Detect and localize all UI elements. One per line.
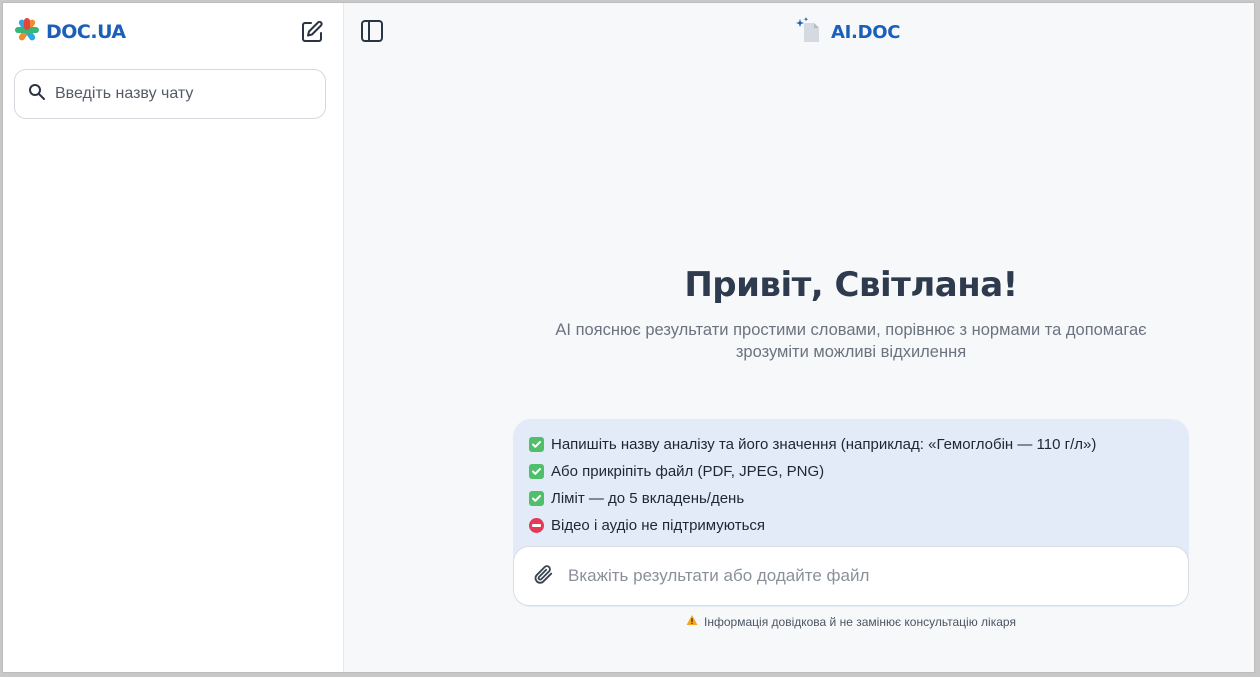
message-composer[interactable] bbox=[513, 546, 1189, 606]
info-item-text: Або прикріпіть файл (PDF, JPEG, PNG) bbox=[551, 463, 825, 480]
info-item: Відео і аудіо не підтримуються bbox=[529, 512, 1189, 539]
subtitle-line-1: AI пояснює результати простими словами, … bbox=[555, 321, 1147, 339]
info-item-text: Відео і аудіо не підтримуються bbox=[551, 517, 766, 534]
sidebar-toggle-button[interactable] bbox=[358, 19, 386, 47]
logo-mark-icon bbox=[14, 17, 40, 48]
info-item-text: Напишіть назву аналізу та його значення … bbox=[551, 436, 1097, 453]
chat-search-input[interactable] bbox=[55, 85, 305, 103]
info-card: Напишіть назву аналізу та його значення … bbox=[513, 419, 1189, 607]
info-item-text: Ліміт — до 5 вкладень/день bbox=[551, 490, 745, 507]
check-icon bbox=[529, 464, 544, 479]
doc-ua-logo[interactable]: DOC.UA bbox=[14, 17, 126, 48]
chat-search[interactable] bbox=[14, 69, 326, 119]
app-window: DOC.UA Введіть назву чату AI.DOC Привіт,… bbox=[2, 2, 1255, 673]
info-list: Напишіть назву аналізу та його значення … bbox=[513, 419, 1189, 539]
logo-text: DOC.UA bbox=[46, 21, 126, 43]
new-chat-button[interactable] bbox=[297, 19, 327, 49]
subtitle: AI пояснює результати простими словами, … bbox=[513, 319, 1189, 363]
ai-doc-brand: AI.DOC bbox=[795, 16, 901, 49]
greeting-heading: Привіт, Світлана! bbox=[684, 265, 1018, 305]
sidebar: DOC.UA bbox=[3, 3, 344, 672]
sidebar-toggle-icon bbox=[360, 19, 384, 48]
disclaimer: Інформація довідкова й не замінює консул… bbox=[513, 614, 1189, 629]
check-icon bbox=[529, 491, 544, 506]
info-item: Ліміт — до 5 вкладень/день bbox=[529, 485, 1189, 512]
info-item: Або прикріпіть файл (PDF, JPEG, PNG) bbox=[529, 458, 1189, 485]
edit-icon bbox=[299, 19, 325, 50]
check-icon bbox=[529, 437, 544, 452]
info-item: Напишіть назву аналізу та його значення … bbox=[529, 431, 1189, 458]
disclaimer-text: Інформація довідкова й не замінює консул… bbox=[704, 614, 1016, 629]
ai-doc-logo-icon bbox=[795, 16, 823, 49]
message-input[interactable] bbox=[568, 566, 1148, 586]
warning-icon bbox=[686, 614, 698, 629]
subtitle-line-2: зрозуміти можливі відхилення bbox=[735, 343, 967, 361]
brand-text: AI.DOC bbox=[831, 21, 901, 43]
no-entry-icon bbox=[529, 518, 544, 533]
paperclip-icon[interactable] bbox=[532, 563, 554, 590]
search-icon bbox=[28, 83, 46, 106]
